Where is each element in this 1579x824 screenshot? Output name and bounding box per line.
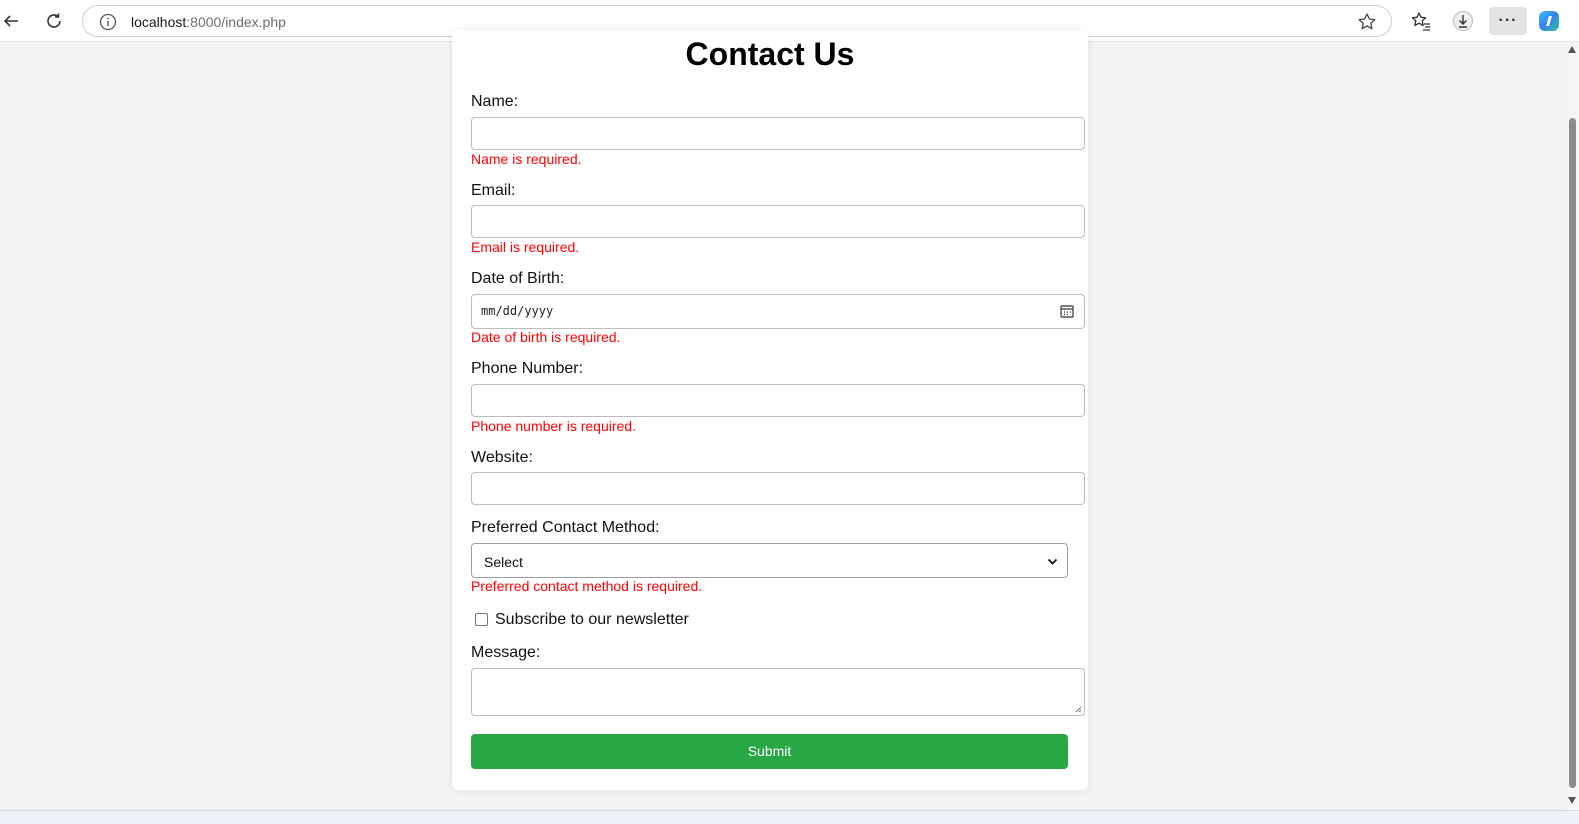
contact-form-card: Contact Us Name: Name is required. Email… xyxy=(452,30,1088,790)
resize-handle-icon[interactable] xyxy=(1075,706,1082,713)
url-path: :8000/index.php xyxy=(186,14,286,30)
name-label: Name: xyxy=(471,93,519,110)
more-menu-button[interactable]: ··· xyxy=(1489,7,1527,35)
newsletter-checkbox[interactable] xyxy=(475,613,488,626)
contact-method-error: Preferred contact method is required. xyxy=(471,578,703,594)
ellipsis-icon: ··· xyxy=(1498,12,1518,29)
name-error: Name is required. xyxy=(471,151,582,167)
dob-label: Date of Birth: xyxy=(471,270,565,287)
name-input[interactable] xyxy=(471,117,1085,150)
calendar-icon[interactable] xyxy=(1060,304,1074,318)
scroll-up-arrow-icon[interactable] xyxy=(1568,46,1576,53)
phone-error: Phone number is required. xyxy=(471,418,636,434)
page-title: Contact Us xyxy=(685,36,855,72)
chevron-down-icon xyxy=(1047,558,1058,565)
phone-input[interactable] xyxy=(471,384,1085,417)
favorites-button[interactable] xyxy=(1407,7,1435,35)
submit-button[interactable]: Submit xyxy=(471,734,1068,769)
email-label: Email: xyxy=(471,182,516,199)
dob-input[interactable]: mm/dd/yyyy xyxy=(471,294,1085,329)
website-label: Website: xyxy=(471,449,533,466)
email-input[interactable] xyxy=(471,205,1085,238)
email-error: Email is required. xyxy=(471,239,580,255)
back-arrow-icon xyxy=(3,15,18,27)
reload-icon xyxy=(47,13,61,28)
download-icon xyxy=(1453,11,1473,31)
scrollbar-thumb[interactable] xyxy=(1569,118,1576,788)
reload-button[interactable] xyxy=(40,7,68,35)
back-button[interactable] xyxy=(0,7,25,35)
newsletter-label[interactable]: Subscribe to our newsletter xyxy=(495,611,689,629)
favorites-star-list-icon xyxy=(1411,12,1430,31)
copilot-icon xyxy=(1539,11,1559,31)
window-bottom-edge xyxy=(0,810,1579,824)
phone-label: Phone Number: xyxy=(471,360,584,377)
downloads-button[interactable] xyxy=(1449,7,1477,35)
info-icon[interactable] xyxy=(99,13,117,31)
dob-error: Date of birth is required. xyxy=(471,329,621,345)
dob-placeholder: mm/dd/yyyy xyxy=(481,304,554,318)
website-input[interactable] xyxy=(471,472,1085,505)
contact-method-select[interactable]: Select xyxy=(471,543,1068,578)
url-host: localhost xyxy=(131,14,187,30)
message-label: Message: xyxy=(471,644,541,661)
scroll-down-arrow-icon[interactable] xyxy=(1568,797,1576,804)
copilot-button[interactable] xyxy=(1535,7,1563,35)
url-text: localhost:8000/index.php xyxy=(131,14,286,30)
contact-method-selected: Select xyxy=(484,554,523,570)
contact-method-label: Preferred Contact Method: xyxy=(471,519,660,536)
message-textarea[interactable] xyxy=(471,668,1085,716)
star-icon[interactable] xyxy=(1357,12,1377,32)
page-scrollbar[interactable] xyxy=(1566,42,1579,810)
